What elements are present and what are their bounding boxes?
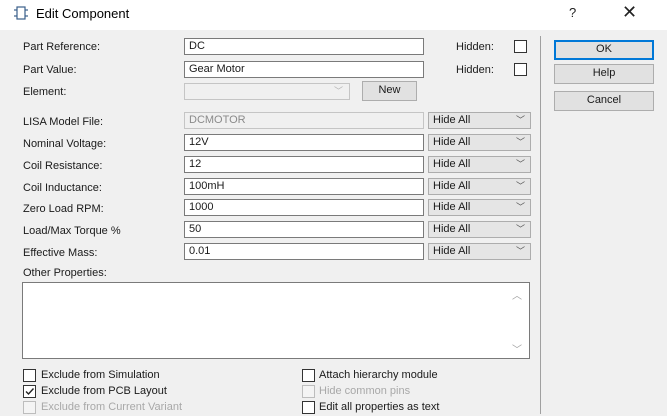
effective-mass-input[interactable]: 0.01 — [184, 243, 424, 260]
coil-resistance-label: Coil Resistance: — [23, 160, 103, 172]
chevron-down-icon: ﹀ — [515, 137, 525, 147]
zero-load-rpm-input[interactable]: 1000 — [184, 199, 424, 216]
coil-inductance-visibility-select[interactable]: Hide All ﹀ — [428, 178, 531, 195]
chevron-down-icon: ﹀ — [515, 159, 525, 169]
lisa-model-file-label: LISA Model File: — [23, 116, 104, 128]
coil-inductance-label: Coil Inductance: — [23, 182, 102, 194]
exclude-simulation-label: Exclude from Simulation — [41, 369, 160, 381]
nominal-voltage-label: Nominal Voltage: — [23, 138, 107, 150]
zero-load-rpm-visibility-select[interactable]: Hide All ﹀ — [428, 199, 531, 216]
part-value-input[interactable]: Gear Motor — [184, 61, 424, 78]
element-label: Element: — [23, 86, 67, 98]
part-value-hidden-checkbox[interactable] — [514, 63, 527, 76]
scroll-up-icon[interactable]: ︿ — [512, 287, 522, 302]
exclude-current-variant-checkbox — [23, 401, 36, 414]
help-icon[interactable]: ? — [569, 5, 576, 20]
close-icon[interactable]: ✕ — [622, 2, 637, 23]
part-reference-hidden-label: Hidden: — [456, 41, 494, 53]
zero-load-rpm-label: Zero Load RPM: — [23, 203, 104, 215]
visibility-value: Hide All — [433, 245, 471, 257]
attach-hierarchy-label: Attach hierarchy module — [319, 369, 438, 381]
title-bar: Edit Component ? ✕ — [0, 0, 667, 30]
edit-as-text-checkbox[interactable] — [302, 401, 315, 414]
cancel-button[interactable]: Cancel — [554, 91, 654, 111]
part-reference-input[interactable]: DC — [184, 38, 424, 55]
attach-hierarchy-checkbox[interactable] — [302, 369, 315, 382]
part-reference-label: Part Reference: — [23, 41, 101, 53]
visibility-value: Hide All — [433, 158, 471, 170]
edit-as-text-label: Edit all properties as text — [319, 401, 440, 413]
other-properties-textarea[interactable]: ︿ ﹀ — [22, 282, 530, 359]
exclude-current-variant-label: Exclude from Current Variant — [41, 401, 183, 413]
load-max-torque-label: Load/Max Torque % — [23, 225, 121, 237]
nominal-voltage-input[interactable]: 12V — [184, 134, 424, 151]
exclude-pcb-layout-checkbox[interactable] — [23, 385, 36, 398]
part-value-hidden-label: Hidden: — [456, 64, 494, 76]
element-chevron-down-icon: ﹀ — [334, 86, 344, 96]
lisa-model-file-input: DCMOTOR — [184, 112, 424, 129]
chevron-down-icon: ﹀ — [515, 181, 525, 191]
effective-mass-label: Effective Mass: — [23, 247, 98, 259]
visibility-value: Hide All — [433, 114, 471, 126]
exclude-simulation-checkbox[interactable] — [23, 369, 36, 382]
new-element-button[interactable]: New — [362, 81, 417, 101]
coil-resistance-visibility-select[interactable]: Hide All ﹀ — [428, 156, 531, 173]
visibility-value: Hide All — [433, 136, 471, 148]
visibility-value: Hide All — [433, 201, 471, 213]
window-title: Edit Component — [36, 6, 130, 21]
part-reference-hidden-checkbox[interactable] — [514, 40, 527, 53]
load-max-torque-input[interactable]: 50 — [184, 221, 424, 238]
hide-common-pins-label: Hide common pins — [319, 385, 411, 397]
chevron-down-icon: ﹀ — [515, 246, 525, 256]
chevron-down-icon: ﹀ — [515, 224, 525, 234]
chevron-down-icon: ﹀ — [515, 202, 525, 212]
effective-mass-visibility-select[interactable]: Hide All ﹀ — [428, 243, 531, 260]
load-max-torque-visibility-select[interactable]: Hide All ﹀ — [428, 221, 531, 238]
part-value-label: Part Value: — [23, 64, 77, 76]
checkmark-icon — [25, 388, 35, 396]
other-properties-label: Other Properties: — [23, 267, 107, 279]
separator — [540, 36, 541, 414]
chevron-down-icon: ﹀ — [515, 115, 525, 125]
visibility-value: Hide All — [433, 180, 471, 192]
hide-common-pins-checkbox — [302, 385, 315, 398]
nominal-voltage-visibility-select[interactable]: Hide All ﹀ — [428, 134, 531, 151]
component-icon — [14, 6, 28, 20]
visibility-value: Hide All — [433, 223, 471, 235]
coil-resistance-input[interactable]: 12 — [184, 156, 424, 173]
ok-button[interactable]: OK — [554, 40, 654, 60]
element-select[interactable] — [184, 83, 350, 100]
scroll-down-icon[interactable]: ﹀ — [512, 341, 522, 356]
help-button[interactable]: Help — [554, 64, 654, 84]
coil-inductance-input[interactable]: 100mH — [184, 178, 424, 195]
lisa-model-file-visibility-select[interactable]: Hide All ﹀ — [428, 112, 531, 129]
exclude-pcb-layout-label: Exclude from PCB Layout — [41, 385, 167, 397]
